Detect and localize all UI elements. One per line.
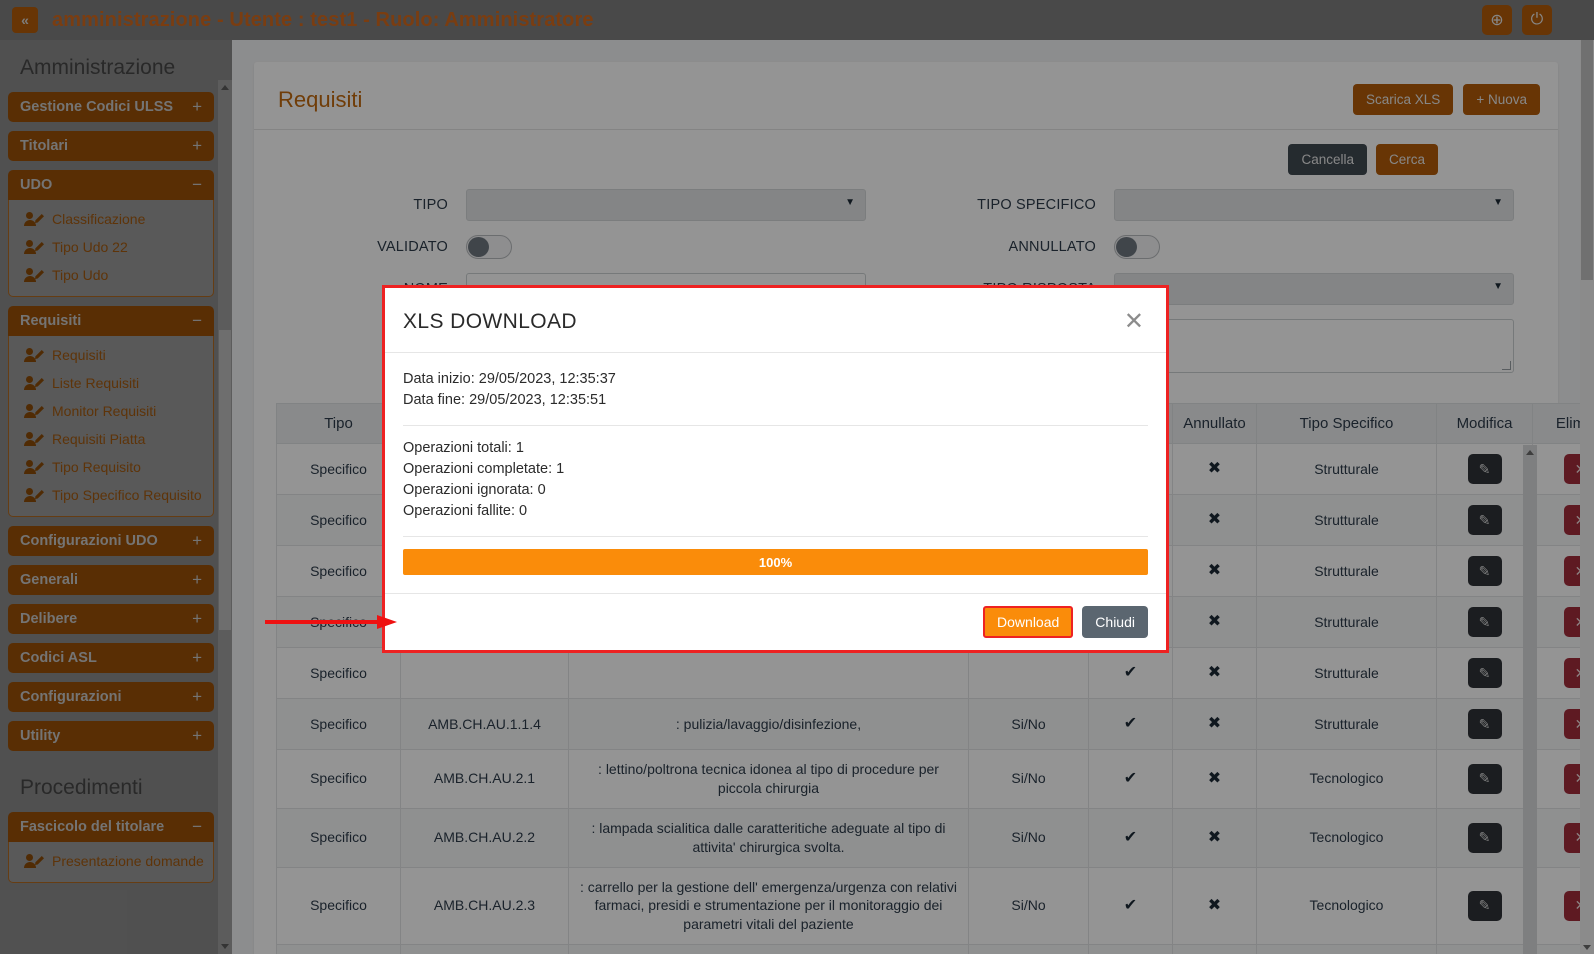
modal-operations: Operazioni totali: 1 Operazioni completa… (403, 438, 1148, 522)
app-root: Requisiti Scarica XLS + Nuova Cancella C… (0, 0, 1594, 954)
modal-footer: Download Chiudi (385, 593, 1166, 650)
data-fine-text: Data fine: 29/05/2023, 12:35:51 (403, 390, 1148, 411)
modal-title: XLS DOWNLOAD (403, 310, 577, 334)
chiudi-button[interactable]: Chiudi (1082, 606, 1148, 638)
operazioni-totali-text: Operazioni totali: 1 (403, 438, 1148, 459)
modal-header: XLS DOWNLOAD ✕ (385, 288, 1166, 353)
modal-body: Data inizio: 29/05/2023, 12:35:37 Data f… (385, 353, 1166, 593)
modal-divider-2 (403, 536, 1148, 537)
progress-bar: 100% (403, 549, 1148, 575)
modal-divider-1 (403, 425, 1148, 426)
data-inizio-text: Data inizio: 29/05/2023, 12:35:37 (403, 369, 1148, 390)
modal-dates: Data inizio: 29/05/2023, 12:35:37 Data f… (403, 369, 1148, 411)
operazioni-ignorata-text: Operazioni ignorata: 0 (403, 480, 1148, 501)
xls-download-modal: XLS DOWNLOAD ✕ Data inizio: 29/05/2023, … (382, 285, 1169, 653)
annotation-arrow-icon (265, 615, 397, 629)
close-icon[interactable]: ✕ (1124, 310, 1144, 334)
operazioni-fallite-text: Operazioni fallite: 0 (403, 501, 1148, 522)
operazioni-completate-text: Operazioni completate: 1 (403, 459, 1148, 480)
download-button[interactable]: Download (983, 606, 1073, 638)
